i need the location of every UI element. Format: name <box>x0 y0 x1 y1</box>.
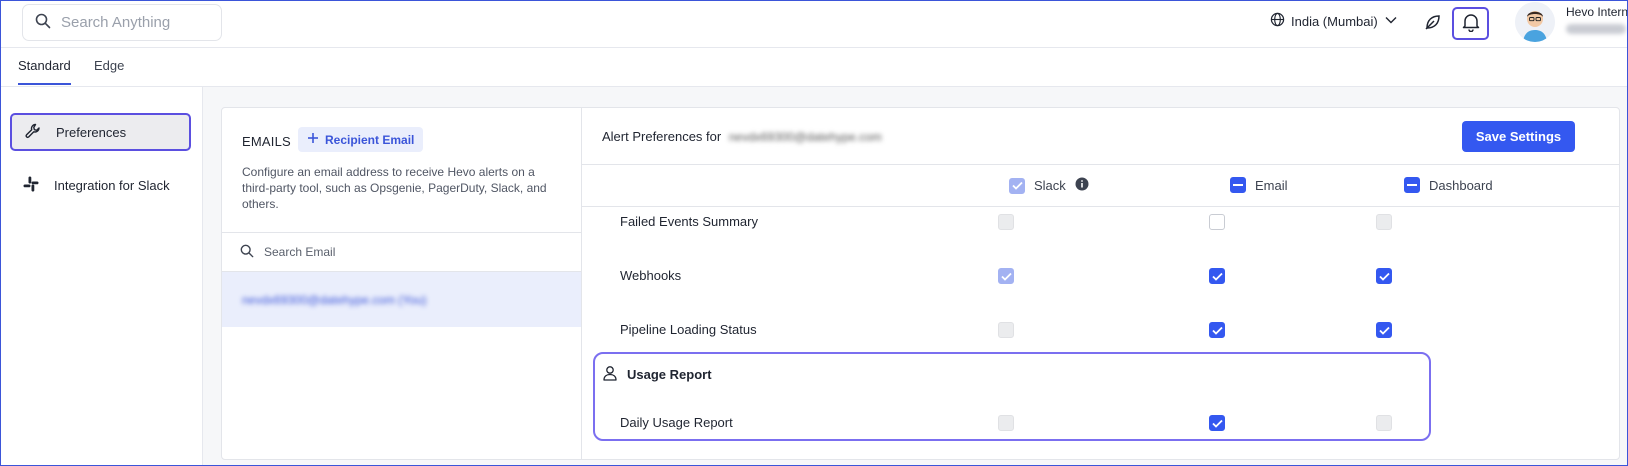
column-slack-label: Slack <box>1034 178 1066 193</box>
alert-row-label: Daily Usage Report <box>620 415 733 430</box>
region-label: India (Mumbai) <box>1291 13 1378 29</box>
notifications-button[interactable] <box>1452 7 1489 40</box>
channel-column-headers: Slack Email Dashboard <box>582 165 1619 207</box>
global-search-input[interactable] <box>61 14 211 31</box>
leaf-icon <box>1423 12 1443 35</box>
email-list-item[interactable]: nevdx69300@datehype.com (You) <box>222 272 581 327</box>
user-subtitle-blurred <box>1566 24 1626 34</box>
alert-row-daily-usage-report: Daily Usage Report <box>582 408 1619 438</box>
alert-preferences-pane: Alert Preferences for nevdx69300@datehyp… <box>582 108 1619 459</box>
avatar[interactable] <box>1515 2 1555 42</box>
alert-row-label: Webhooks <box>620 268 682 283</box>
sidebar-item-preferences[interactable]: Preferences <box>10 113 191 151</box>
user-icon <box>602 365 618 384</box>
bell-icon <box>1462 12 1480 35</box>
pipeline-loading-email-checkbox[interactable] <box>1209 322 1225 338</box>
settings-sidebar: Preferences Integration for Slack <box>0 87 203 466</box>
slack-icon <box>22 175 40 196</box>
alert-preferences-title-prefix: Alert Preferences for <box>602 129 722 144</box>
alert-row-label: Failed Events Summary <box>620 214 758 229</box>
region-selector[interactable]: India (Mumbai) <box>1270 12 1398 30</box>
chevron-down-icon <box>1384 13 1398 30</box>
tab-bar: Standard Edge <box>0 48 1628 87</box>
usage-report-title: Usage Report <box>627 367 712 382</box>
pipeline-loading-slack-checkbox <box>998 322 1014 338</box>
add-recipient-email-button[interactable]: Recipient Email <box>298 127 424 152</box>
top-bar: India (Mumbai) Hevo Intern <box>0 0 1628 48</box>
column-dashboard-label: Dashboard <box>1429 177 1493 193</box>
email-address-blurred: nevdx69300@datehype.com (You) <box>242 292 427 307</box>
alert-row-webhooks: Webhooks <box>582 261 1619 291</box>
webhooks-slack-checkbox[interactable] <box>998 268 1014 284</box>
tab-edge[interactable]: Edge <box>94 58 124 83</box>
failed-events-dashboard-checkbox <box>1376 214 1392 230</box>
sidebar-item-label: Integration for Slack <box>54 177 170 193</box>
alert-row-label: Pipeline Loading Status <box>620 322 757 337</box>
tab-standard[interactable]: Standard <box>18 58 71 85</box>
webhooks-dashboard-checkbox[interactable] <box>1376 268 1392 284</box>
webhooks-email-checkbox[interactable] <box>1209 268 1225 284</box>
info-icon[interactable] <box>1075 177 1089 194</box>
email-search[interactable] <box>222 232 581 272</box>
daily-usage-slack-checkbox <box>998 415 1014 431</box>
alert-row-pipeline-loading-status: Pipeline Loading Status <box>582 315 1619 345</box>
alert-preferences-title: Alert Preferences for nevdx69300@datehyp… <box>602 129 882 144</box>
emails-heading: EMAILS <box>242 134 291 149</box>
emails-description: Configure an email address to receive He… <box>242 165 547 211</box>
alert-preferences-email-blurred: nevdx69300@datehype.com <box>728 130 882 144</box>
slack-select-all-checkbox[interactable] <box>1009 177 1025 194</box>
failed-events-email-checkbox[interactable] <box>1209 214 1225 230</box>
save-settings-button[interactable]: Save Settings <box>1462 121 1575 152</box>
failed-events-slack-checkbox <box>998 214 1014 230</box>
alert-settings-card: EMAILS Recipient Email Configure an emai… <box>221 107 1620 460</box>
global-search[interactable] <box>22 4 222 41</box>
usage-report-heading: Usage Report <box>602 365 712 384</box>
column-email-label: Email <box>1255 177 1288 193</box>
plus-icon <box>307 132 319 147</box>
search-icon <box>240 244 254 261</box>
column-dashboard: Dashboard <box>1404 177 1493 193</box>
column-email: Email <box>1230 177 1288 193</box>
email-search-input[interactable] <box>264 245 524 259</box>
daily-usage-email-checkbox[interactable] <box>1209 415 1225 431</box>
add-recipient-label: Recipient Email <box>325 132 415 147</box>
user-name: Hevo Intern <box>1566 5 1628 19</box>
alert-row-failed-events-summary: Failed Events Summary <box>582 207 1619 237</box>
wrench-icon <box>24 122 42 143</box>
sidebar-item-integration-slack[interactable]: Integration for Slack <box>10 166 191 204</box>
sidebar-item-label: Preferences <box>56 124 127 140</box>
daily-usage-dashboard-checkbox <box>1376 415 1392 431</box>
email-select-all-checkbox[interactable] <box>1230 177 1246 193</box>
globe-icon <box>1270 12 1285 30</box>
leaf-button[interactable] <box>1420 10 1446 36</box>
alert-preferences-header: Alert Preferences for nevdx69300@datehyp… <box>582 108 1619 165</box>
pipeline-loading-dashboard-checkbox[interactable] <box>1376 322 1392 338</box>
search-icon <box>35 13 51 32</box>
dashboard-select-all-checkbox[interactable] <box>1404 177 1420 193</box>
emails-pane: EMAILS Recipient Email Configure an emai… <box>222 108 582 459</box>
column-slack: Slack <box>1009 177 1089 194</box>
